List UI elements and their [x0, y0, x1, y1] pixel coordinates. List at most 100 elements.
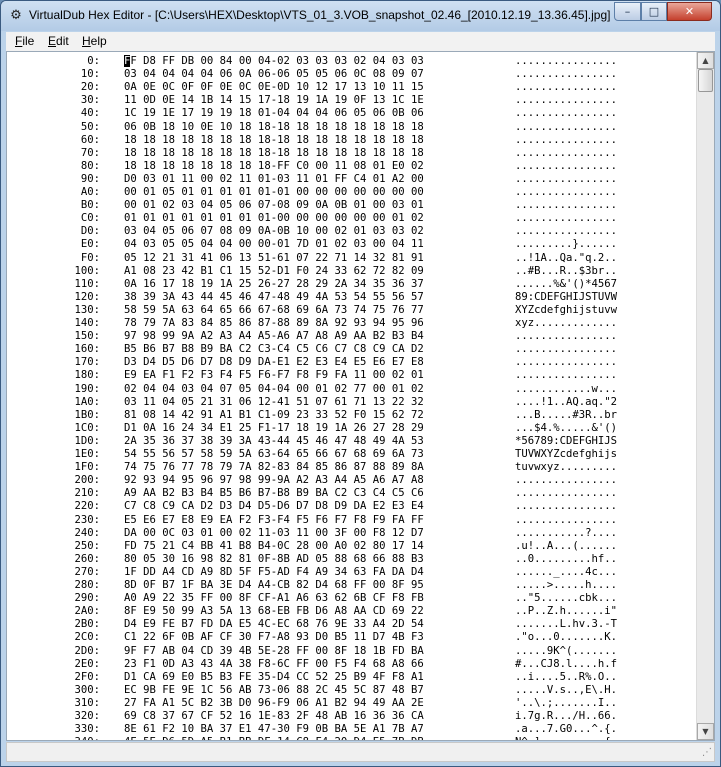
row-ascii[interactable]: ..#B...R..$3br.. — [515, 265, 617, 278]
row-hex-bytes[interactable]: 18 18 18 18 18 18 18 18-18 18 18 18 18 1… — [124, 134, 424, 147]
row-ascii[interactable]: ."o...0.......K. — [515, 631, 617, 644]
row-ascii[interactable]: i.7g.R.../H..66. — [515, 710, 617, 723]
row-hex-bytes[interactable]: 03 04 05 06 07 08 09 0A-0B 10 00 02 01 0… — [124, 225, 424, 238]
row-ascii[interactable]: ...B.....#3R..br — [515, 409, 617, 422]
hex-row[interactable]: 250: FD 75 21 C4 BB 41 B8 B4-0C 28 00 A0 … — [7, 540, 696, 553]
hex-row[interactable]: 40: 1C 19 1E 17 19 19 18 01-04 04 04 06 0… — [7, 107, 696, 120]
hex-row[interactable]: 270: 1F DD A4 CD A9 8D 5F F5-AD F4 A9 34 … — [7, 566, 696, 579]
row-ascii[interactable]: tuvwxyz......... — [515, 461, 617, 474]
row-hex-bytes[interactable]: 01 01 01 01 01 01 01 01-00 00 00 00 00 0… — [124, 212, 424, 225]
row-hex-bytes[interactable]: C7 C8 C9 CA D2 D3 D4 D5-D6 D7 D8 D9 DA E… — [124, 500, 424, 513]
row-ascii[interactable]: ..0.........hf.. — [515, 553, 617, 566]
minimize-button[interactable]: – — [614, 2, 641, 21]
hex-row[interactable]: 180: E9 EA F1 F2 F3 F4 F5 F6-F7 F8 F9 FA … — [7, 369, 696, 382]
row-hex-bytes[interactable]: 38 39 3A 43 44 45 46 47-48 49 4A 53 54 5… — [124, 291, 424, 304]
hex-row[interactable]: 300: EC 9B FE 9E 1C 56 AB 73-06 88 2C 45 … — [7, 684, 696, 697]
row-hex-bytes[interactable]: D1 0A 16 24 34 E1 25 F1-17 18 19 1A 26 2… — [124, 422, 424, 435]
row-hex-bytes[interactable]: FD 75 21 C4 BB 41 B8 B4-0C 28 00 A0 02 8… — [124, 540, 424, 553]
row-hex-bytes[interactable]: 04 03 05 05 04 04 00 00-01 7D 01 02 03 0… — [124, 238, 424, 251]
row-ascii[interactable]: ................ — [515, 212, 617, 225]
row-ascii[interactable]: ................ — [515, 343, 617, 356]
hex-row[interactable]: D0: 03 04 05 06 07 08 09 0A-0B 10 00 02 0… — [7, 225, 696, 238]
row-hex-bytes[interactable]: B5 B6 B7 B8 B9 BA C2 C3-C4 C5 C6 C7 C8 C… — [124, 343, 424, 356]
hex-row[interactable]: 160: B5 B6 B7 B8 B9 BA C2 C3-C4 C5 C6 C7 … — [7, 343, 696, 356]
row-hex-bytes[interactable]: 80 05 30 16 98 82 81 0F-8B AD 05 88 68 6… — [124, 553, 424, 566]
row-hex-bytes[interactable]: 8E 61 F2 10 BA 37 E1 47-30 F9 0B BA 5E A… — [124, 723, 424, 736]
row-ascii[interactable]: ................ — [515, 186, 617, 199]
row-hex-bytes[interactable]: DA 00 0C 03 01 00 02 11-03 11 00 3F 00 F… — [124, 527, 424, 540]
menu-file[interactable]: File — [15, 34, 34, 48]
row-ascii[interactable]: ................ — [515, 330, 617, 343]
hex-row[interactable]: 320: 69 C8 37 67 CF 52 16 1E-83 2F 48 AB … — [7, 710, 696, 723]
row-hex-bytes[interactable]: E5 E6 E7 E8 E9 EA F2 F3-F4 F5 F6 F7 F8 F… — [124, 514, 424, 527]
hex-row[interactable]: 0: FF D8 FF DB 00 84 00 04-02 03 03 03 02… — [7, 55, 696, 68]
row-hex-bytes[interactable]: D0 03 01 11 00 02 11 01-03 11 01 FF C4 0… — [124, 173, 424, 186]
row-hex-bytes[interactable]: D1 CA 69 E0 B5 B3 FE 35-D4 CC 52 25 B9 4… — [124, 671, 424, 684]
row-hex-bytes[interactable]: 78 79 7A 83 84 85 86 87-88 89 8A 92 93 9… — [124, 317, 424, 330]
row-ascii[interactable]: ................ — [515, 94, 617, 107]
resize-grip-icon[interactable]: ⋰ — [700, 747, 712, 759]
row-hex-bytes[interactable]: 03 11 04 05 21 31 06 12-41 51 07 61 71 1… — [124, 396, 424, 409]
row-hex-bytes[interactable]: D3 D4 D5 D6 D7 D8 D9 DA-E1 E2 E3 E4 E5 E… — [124, 356, 424, 369]
row-ascii[interactable]: ...$4.%.....&'() — [515, 422, 617, 435]
hex-row[interactable]: B0: 00 01 02 03 04 05 06 07-08 09 0A 0B 0… — [7, 199, 696, 212]
hex-row[interactable]: 260: 80 05 30 16 98 82 81 0F-8B AD 05 88 … — [7, 553, 696, 566]
row-hex-bytes[interactable]: 03 04 04 04 04 06 0A 06-06 05 05 06 0C 0… — [124, 68, 424, 81]
row-ascii[interactable]: .a...7.G0...^.{. — [515, 723, 617, 736]
row-ascii[interactable]: ................ — [515, 500, 617, 513]
hex-row[interactable]: 1A0: 03 11 04 05 21 31 06 12-41 51 07 61 … — [7, 396, 696, 409]
row-hex-bytes[interactable]: 9F F7 AB 04 CD 39 4B 5E-28 FF 00 8F 18 1… — [124, 645, 424, 658]
hex-row[interactable]: 2D0: 9F F7 AB 04 CD 39 4B 5E-28 FF 00 8F … — [7, 645, 696, 658]
row-ascii[interactable]: ..P..Z.h......i" — [515, 605, 617, 618]
hex-row[interactable]: 2B0: D4 E9 FE B7 FD DA E5 4C-EC 68 76 9E … — [7, 618, 696, 631]
hex-row[interactable]: 130: 58 59 5A 63 64 65 66 67-68 69 6A 73 … — [7, 304, 696, 317]
hex-row[interactable]: 1B0: 81 08 14 42 91 A1 B1 C1-09 23 33 52 … — [7, 409, 696, 422]
row-ascii[interactable]: .u!..A...(...... — [515, 540, 617, 553]
row-ascii[interactable]: ...........?.... — [515, 527, 617, 540]
row-ascii[interactable]: ......_....4c... — [515, 566, 617, 579]
hex-row[interactable]: 1E0: 54 55 56 57 58 59 5A 63-64 65 66 67 … — [7, 448, 696, 461]
row-ascii[interactable]: ................ — [515, 160, 617, 173]
menu-help[interactable]: Help — [82, 34, 107, 48]
row-hex-bytes[interactable]: 05 12 21 31 41 06 13 51-61 07 22 71 14 3… — [124, 252, 424, 265]
row-hex-bytes[interactable]: D4 E9 FE B7 FD DA E5 4C-EC 68 76 9E 33 A… — [124, 618, 424, 631]
hex-row[interactable]: 100: A1 08 23 42 B1 C1 15 52-D1 F0 24 33 … — [7, 265, 696, 278]
hex-row[interactable]: 20: 0A 0E 0C 0F 0F 0E 0C 0E-0D 10 12 17 1… — [7, 81, 696, 94]
row-hex-bytes[interactable]: 8D 0F B7 1F BA 3E D4 A4-CB 82 D4 68 FF 0… — [124, 579, 424, 592]
hex-row[interactable]: 120: 38 39 3A 43 44 45 46 47-48 49 4A 53 … — [7, 291, 696, 304]
hex-row[interactable]: 60: 18 18 18 18 18 18 18 18-18 18 18 18 1… — [7, 134, 696, 147]
row-hex-bytes[interactable]: 58 59 5A 63 64 65 66 67-68 69 6A 73 74 7… — [124, 304, 424, 317]
row-ascii[interactable]: ................ — [515, 487, 617, 500]
hex-row[interactable]: 140: 78 79 7A 83 84 85 86 87-88 89 8A 92 … — [7, 317, 696, 330]
row-ascii[interactable]: ................ — [515, 68, 617, 81]
hex-row[interactable]: E0: 04 03 05 05 04 04 00 00-01 7D 01 02 0… — [7, 238, 696, 251]
scroll-up-button[interactable]: ▲ — [697, 52, 714, 69]
hex-row[interactable]: 170: D3 D4 D5 D6 D7 D8 D9 DA-E1 E2 E3 E4 … — [7, 356, 696, 369]
hex-row[interactable]: 2A0: 8F E9 50 99 A3 5A 13 68-EB FB D6 A8 … — [7, 605, 696, 618]
hex-row[interactable]: 110: 0A 16 17 18 19 1A 25 26-27 28 29 2A … — [7, 278, 696, 291]
row-hex-bytes[interactable]: 1F DD A4 CD A9 8D 5F F5-AD F4 A9 34 63 F… — [124, 566, 424, 579]
row-hex-bytes[interactable]: FF D8 FF DB 00 84 00 04-02 03 03 03 02 0… — [124, 55, 424, 68]
hex-view[interactable]: 0: FF D8 FF DB 00 84 00 04-02 03 03 03 02… — [6, 51, 715, 741]
hex-row[interactable]: 210: A9 AA B2 B3 B4 B5 B6 B7-B8 B9 BA C2 … — [7, 487, 696, 500]
row-hex-bytes[interactable]: 81 08 14 42 91 A1 B1 C1-09 23 33 52 F0 1… — [124, 409, 424, 422]
scroll-thumb[interactable] — [698, 69, 713, 92]
row-hex-bytes[interactable]: A0 A9 22 35 FF 00 8F CF-A1 A6 63 62 6B C… — [124, 592, 424, 605]
row-hex-bytes[interactable]: 02 04 04 03 04 07 05 04-04 00 01 02 77 0… — [124, 383, 424, 396]
hex-row[interactable]: 220: C7 C8 C9 CA D2 D3 D4 D5-D6 D7 D8 D9 … — [7, 500, 696, 513]
row-hex-bytes[interactable]: 69 C8 37 67 CF 52 16 1E-83 2F 48 AB 16 3… — [124, 710, 424, 723]
row-hex-bytes[interactable]: 27 FA A1 5C B2 3B D0 96-F9 06 A1 B2 94 4… — [124, 697, 424, 710]
row-hex-bytes[interactable]: 2A 35 36 37 38 39 3A 43-44 45 46 47 48 4… — [124, 435, 424, 448]
row-hex-bytes[interactable]: 54 55 56 57 58 59 5A 63-64 65 66 67 68 6… — [124, 448, 424, 461]
row-ascii[interactable]: ................ — [515, 121, 617, 134]
row-ascii[interactable]: ................ — [515, 55, 617, 68]
hex-row[interactable]: 1C0: D1 0A 16 24 34 E1 25 F1-17 18 19 1A … — [7, 422, 696, 435]
hex-row[interactable]: 50: 06 0B 18 10 0E 10 18 18-18 18 18 18 1… — [7, 121, 696, 134]
maximize-button[interactable]: □ — [641, 2, 667, 21]
row-hex-bytes[interactable]: 06 0B 18 10 0E 10 18 18-18 18 18 18 18 1… — [124, 121, 424, 134]
row-hex-bytes[interactable]: 92 93 94 95 96 97 98 99-9A A2 A3 A4 A5 A… — [124, 474, 424, 487]
row-hex-bytes[interactable]: A1 08 23 42 B1 C1 15 52-D1 F0 24 33 62 7… — [124, 265, 424, 278]
row-ascii[interactable]: ................ — [515, 199, 617, 212]
row-hex-bytes[interactable]: 97 98 99 9A A2 A3 A4 A5-A6 A7 A8 A9 AA B… — [124, 330, 424, 343]
row-ascii[interactable]: ................ — [515, 356, 617, 369]
